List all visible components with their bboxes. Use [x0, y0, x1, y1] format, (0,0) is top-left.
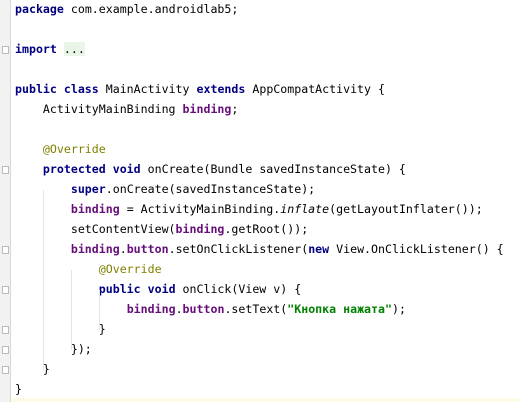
string-literal: "Кнопка нажата"	[287, 302, 392, 316]
code-token: .onCreate(savedInstanceState);	[105, 182, 316, 196]
code-token: .setOnClickListener(	[168, 242, 309, 256]
code-token: MainActivity	[98, 82, 197, 96]
keyword: super	[70, 182, 106, 196]
fold-end-icon[interactable]	[2, 366, 9, 374]
code-token: }	[15, 322, 106, 336]
code-token: setContentView(	[15, 222, 176, 236]
code-token: .	[119, 242, 127, 256]
fold-expand-icon[interactable]	[2, 46, 9, 54]
fold-collapse-icon[interactable]	[2, 166, 9, 174]
code-token: AppCompatActivity {	[245, 82, 385, 96]
code-line[interactable]: @Override	[15, 260, 519, 280]
code-line[interactable]: super.onCreate(savedInstanceState);	[15, 180, 519, 200]
code-line[interactable]: }	[15, 380, 519, 400]
annotation: @Override	[42, 142, 106, 156]
keyword: import	[15, 42, 57, 56]
code-token: .getRoot());	[224, 222, 309, 236]
fold-collapse-icon[interactable]	[2, 246, 9, 254]
code-token: }	[15, 362, 50, 376]
code-line[interactable]: ActivityMainBinding binding;	[15, 100, 519, 120]
folded-imports[interactable]: ...	[63, 42, 85, 56]
code-editor[interactable]: package com.example.androidlab5; import .…	[15, 0, 519, 400]
indent-guide	[43, 190, 44, 370]
field-reference: binding	[126, 302, 176, 316]
keyword: extends	[196, 82, 246, 96]
code-line[interactable]	[15, 60, 519, 80]
code-token: = ActivityMainBinding.	[119, 202, 281, 216]
field-reference: button	[182, 302, 225, 316]
keyword: protected void	[42, 162, 141, 176]
code-token: ActivityMainBinding	[15, 102, 183, 116]
code-token: View.OnClickListener() {	[329, 242, 504, 256]
keyword: public class	[15, 82, 99, 96]
code-line[interactable]: protected void onCreate(Bundle savedInst…	[15, 160, 519, 180]
code-token: com.example.androidlab5;	[63, 2, 239, 16]
fold-end-icon[interactable]	[2, 346, 9, 354]
code-line[interactable]: @Override	[15, 140, 519, 160]
field-reference: binding	[175, 222, 225, 236]
code-line[interactable]	[15, 120, 519, 140]
field-reference: button	[126, 242, 169, 256]
code-token: .	[175, 302, 183, 316]
code-line[interactable]: }	[15, 320, 519, 340]
code-token: .setText(	[224, 302, 288, 316]
code-line[interactable]: public void onClick(View v) {	[15, 280, 519, 300]
indent-guide	[99, 290, 100, 330]
code-token: (getLayoutInflater());	[329, 202, 483, 216]
code-token: );	[391, 302, 406, 316]
code-line[interactable]: }	[15, 360, 519, 380]
field-reference: binding	[70, 202, 120, 216]
field-reference: binding	[182, 102, 232, 116]
indent-guide	[71, 270, 72, 350]
code-token: });	[15, 342, 92, 356]
fold-end-icon[interactable]	[2, 326, 9, 334]
code-line[interactable]: setContentView(binding.getRoot());	[15, 220, 519, 240]
code-line[interactable]: binding.button.setOnClickListener(new Vi…	[15, 240, 519, 260]
code-token: onCreate(Bundle savedInstanceState) {	[140, 162, 406, 176]
fold-collapse-icon[interactable]	[2, 286, 9, 294]
code-token: ;	[231, 102, 239, 116]
field-reference: binding	[70, 242, 120, 256]
code-token: }	[15, 382, 22, 396]
code-line[interactable]: binding.button.setText("Кнопка нажата");	[15, 300, 519, 320]
static-method: inflate	[280, 202, 330, 216]
keyword: public void	[98, 282, 176, 296]
code-line[interactable]: binding = ActivityMainBinding.inflate(ge…	[15, 200, 519, 220]
code-line[interactable]: import ...	[15, 40, 519, 60]
code-line[interactable]	[15, 20, 519, 40]
code-line[interactable]: });	[15, 340, 519, 360]
code-token: onClick(View v) {	[175, 282, 302, 296]
code-line[interactable]: public class MainActivity extends AppCom…	[15, 80, 519, 100]
keyword: new	[308, 242, 330, 256]
editor-gutter	[0, 0, 11, 402]
annotation: @Override	[98, 262, 162, 276]
code-line[interactable]: package com.example.androidlab5;	[15, 0, 519, 20]
keyword: package	[15, 2, 64, 16]
